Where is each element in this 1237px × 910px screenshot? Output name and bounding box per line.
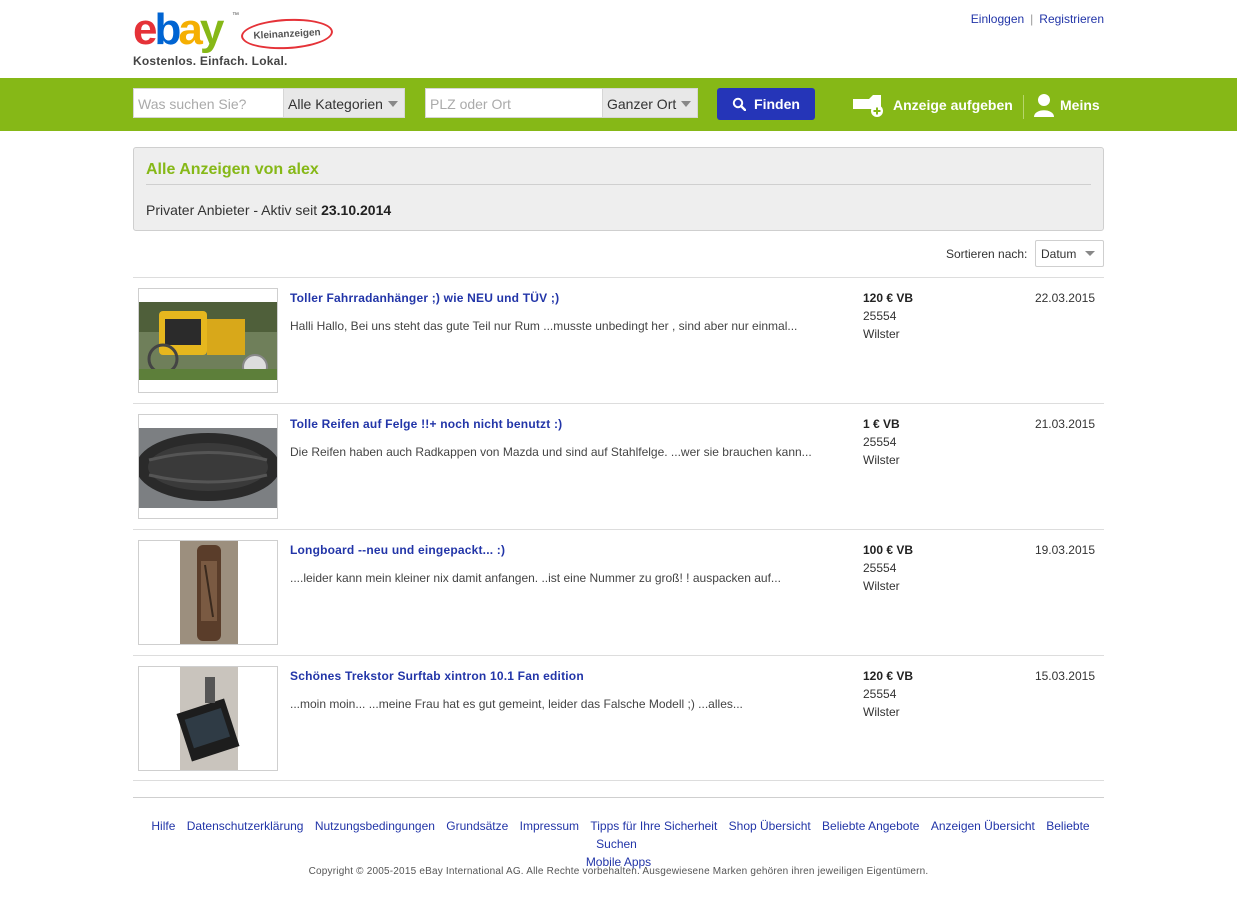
ad-date: 22.03.2015 [1034, 291, 1095, 305]
footer-link-beliebte-angebote[interactable]: Beliebte Angebote [822, 819, 919, 833]
search-input[interactable]: Was suchen Sie? [133, 88, 284, 118]
ad-date: 15.03.2015 [1034, 669, 1095, 683]
ad-date: 21.03.2015 [1034, 417, 1095, 431]
dropdown-arrow-icon [1085, 251, 1095, 256]
ebay-kleinanzeigen-logo[interactable]: ebay ™ Kleinanzeigen [133, 5, 334, 54]
ad-thumbnail[interactable] [138, 414, 278, 519]
register-link[interactable]: Registrieren [1039, 12, 1104, 26]
post-ad-icon [853, 95, 883, 117]
footer-link-grundsaetze[interactable]: Grundsätze [446, 819, 508, 833]
ad-title-link[interactable]: Toller Fahrradanhänger ;) wie NEU und TÜ… [290, 291, 559, 305]
find-button[interactable]: Finden [717, 88, 815, 120]
user-icon [1034, 94, 1054, 117]
ad-item: Schönes Trekstor Surftab xintron 10.1 Fa… [133, 655, 1104, 781]
search-bar: Was suchen Sie? Alle Kategorien PLZ oder… [0, 78, 1237, 131]
ad-zip: 25554 [863, 687, 897, 701]
dropdown-arrow-icon [388, 101, 398, 107]
sort-label: Sortieren nach: [946, 247, 1028, 261]
ad-thumbnail[interactable] [138, 288, 278, 393]
ebay-wordmark: ebay [133, 5, 224, 54]
sort-select[interactable]: Datum [1035, 240, 1104, 267]
ad-description: ....leider kann mein kleiner nix damit a… [290, 571, 781, 585]
account-label: Meins [1060, 97, 1100, 113]
ad-price: 100 € VB [863, 543, 914, 557]
radius-select-value: Ganzer Ort [607, 96, 677, 112]
ad-item: Toller Fahrradanhänger ;) wie NEU und TÜ… [133, 277, 1104, 403]
category-select-value: Alle Kategorien [288, 96, 383, 112]
sort-select-value: Datum [1041, 247, 1077, 261]
kleinanzeigen-badge: Kleinanzeigen [240, 16, 334, 52]
footer-link-hilfe[interactable]: Hilfe [151, 819, 175, 833]
seller-active-since: 23.10.2014 [321, 202, 392, 218]
ad-title-link[interactable]: Longboard --neu und eingepackt... :) [290, 543, 505, 557]
find-button-label: Finden [754, 96, 800, 112]
ad-city: Wilster [863, 705, 900, 719]
ad-price: 120 € VB [863, 291, 914, 305]
footer-links: Hilfe Datenschutzerklärung Nutzungsbedin… [133, 817, 1104, 871]
footer-link-sicherheit[interactable]: Tipps für Ihre Sicherheit [590, 819, 717, 833]
ad-description: Halli Hallo, Bei uns steht das gute Teil… [290, 319, 798, 333]
footer-link-nutzungsbedingungen[interactable]: Nutzungsbedingungen [315, 819, 435, 833]
account-button[interactable]: Meins [1034, 93, 1100, 117]
tagline: Kostenlos. Einfach. Lokal. [133, 54, 288, 68]
ad-city: Wilster [863, 453, 900, 467]
post-ad-label: Anzeige aufgeben [893, 97, 1013, 113]
trademark-mark: ™ [232, 12, 239, 19]
ad-zip: 25554 [863, 561, 897, 575]
link-separator: | [1030, 12, 1034, 26]
ad-city: Wilster [863, 327, 900, 341]
seller-divider [146, 184, 1091, 185]
ad-title-link[interactable]: Tolle Reifen auf Felge !!+ noch nicht be… [290, 417, 562, 431]
ad-description: Die Reifen haben auch Radkappen von Mazd… [290, 445, 812, 459]
footer-divider [133, 797, 1104, 798]
ad-item: Tolle Reifen auf Felge !!+ noch nicht be… [133, 403, 1104, 529]
category-select[interactable]: Alle Kategorien [283, 88, 405, 118]
login-link[interactable]: Einloggen [971, 12, 1024, 26]
footer-link-anzeigen-uebersicht[interactable]: Anzeigen Übersicht [931, 819, 1035, 833]
ad-price: 1 € VB [863, 417, 900, 431]
footer-link-impressum[interactable]: Impressum [520, 819, 579, 833]
ad-date: 19.03.2015 [1034, 543, 1095, 557]
ad-list: Toller Fahrradanhänger ;) wie NEU und TÜ… [133, 277, 1104, 781]
page-header: ebay ™ Kleinanzeigen Kostenlos. Einfach.… [0, 0, 1237, 78]
ad-thumbnail[interactable] [138, 540, 278, 645]
user-links: Einloggen | Registrieren [971, 12, 1104, 26]
ad-item: Longboard --neu und eingepackt... :) ...… [133, 529, 1104, 655]
seller-box: Alle Anzeigen von alex Privater Anbieter… [133, 147, 1104, 231]
footer-link-datenschutz[interactable]: Datenschutzerklärung [187, 819, 304, 833]
footer-link-shop-uebersicht[interactable]: Shop Übersicht [729, 819, 811, 833]
seller-type: Privater Anbieter - Aktiv seit [146, 202, 318, 218]
post-ad-button[interactable]: Anzeige aufgeben [851, 93, 1013, 117]
seller-info: Privater Anbieter - Aktiv seit 23.10.201… [146, 202, 391, 218]
ad-price: 120 € VB [863, 669, 914, 683]
ad-thumbnail[interactable] [138, 666, 278, 771]
ad-zip: 25554 [863, 435, 897, 449]
seller-title: Alle Anzeigen von alex [146, 161, 319, 178]
ad-zip: 25554 [863, 309, 897, 323]
dropdown-arrow-icon [681, 101, 691, 107]
header-divider [1023, 95, 1024, 119]
copyright: Copyright © 2005-2015 eBay International… [308, 866, 929, 877]
location-input[interactable]: PLZ oder Ort [425, 88, 603, 118]
search-icon [732, 97, 747, 111]
ad-title-link[interactable]: Schönes Trekstor Surftab xintron 10.1 Fa… [290, 669, 584, 683]
ad-description: ...moin moin... ...meine Frau hat es gut… [290, 697, 743, 711]
radius-select[interactable]: Ganzer Ort [602, 88, 698, 118]
ad-city: Wilster [863, 579, 900, 593]
